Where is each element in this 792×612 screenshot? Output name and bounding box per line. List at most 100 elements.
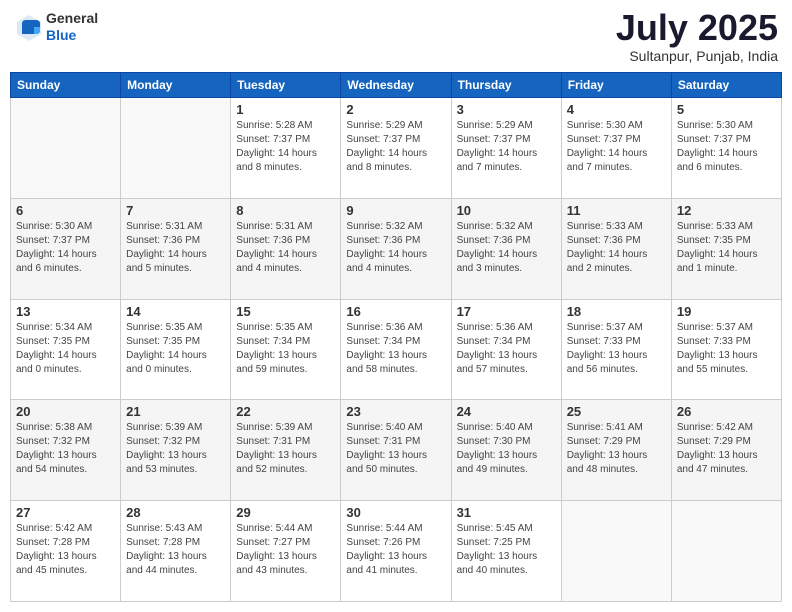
calendar-cell: 15 Sunrise: 5:35 AM Sunset: 7:34 PM Dayli… xyxy=(231,299,341,400)
day-info: Sunrise: 5:38 AM Sunset: 7:32 PM Dayligh… xyxy=(16,421,115,477)
day-header-wednesday: Wednesday xyxy=(341,73,451,98)
day-number: 6 xyxy=(16,203,115,218)
calendar-week-3: 20 Sunrise: 5:38 AM Sunset: 7:32 PM Dayli… xyxy=(11,400,782,501)
day-info: Sunrise: 5:43 AM Sunset: 7:28 PM Dayligh… xyxy=(126,522,225,578)
calendar-cell: 29Sunrise: 5:44 AM Sunset: 7:27 PM Dayli… xyxy=(231,501,341,602)
day-number: 16 xyxy=(346,304,445,319)
day-number: 4 xyxy=(567,102,666,117)
calendar-cell: 27Sunrise: 5:42 AM Sunset: 7:28 PM Dayli… xyxy=(11,501,121,602)
calendar-cell: 26 Sunrise: 5:42 AM Sunset: 7:29 PM Dayli… xyxy=(671,400,781,501)
month-title: July 2025 xyxy=(616,10,778,46)
day-info: Sunrise: 5:40 AM Sunset: 7:31 PM Dayligh… xyxy=(346,421,445,477)
day-number: 21 xyxy=(126,404,225,419)
day-info: Sunrise: 5:30 AM Sunset: 7:37 PM Dayligh… xyxy=(567,119,666,175)
day-number: 15 xyxy=(236,304,335,319)
day-number: 26 xyxy=(677,404,776,419)
day-info: Sunrise: 5:45 AM Sunset: 7:25 PM Dayligh… xyxy=(457,522,556,578)
day-number: 22 xyxy=(236,404,335,419)
calendar-cell: 7 Sunrise: 5:31 AM Sunset: 7:36 PM Daylig… xyxy=(121,198,231,299)
logo-general-text: General xyxy=(46,10,98,27)
day-info: Sunrise: 5:39 AM Sunset: 7:32 PM Dayligh… xyxy=(126,421,225,477)
day-info: Sunrise: 5:37 AM Sunset: 7:33 PM Dayligh… xyxy=(677,321,776,377)
logo-blue-text: Blue xyxy=(46,27,98,44)
calendar-cell: 6 Sunrise: 5:30 AM Sunset: 7:37 PM Daylig… xyxy=(11,198,121,299)
calendar-cell: 5 Sunrise: 5:30 AM Sunset: 7:37 PM Daylig… xyxy=(671,98,781,199)
calendar-cell: 8 Sunrise: 5:31 AM Sunset: 7:36 PM Daylig… xyxy=(231,198,341,299)
day-number: 1 xyxy=(236,102,335,117)
day-info: Sunrise: 5:30 AM Sunset: 7:37 PM Dayligh… xyxy=(16,220,115,276)
day-info: Sunrise: 5:33 AM Sunset: 7:35 PM Dayligh… xyxy=(677,220,776,276)
day-number: 31 xyxy=(457,505,556,520)
calendar-cell: 1 Sunrise: 5:28 AM Sunset: 7:37 PM Daylig… xyxy=(231,98,341,199)
calendar-cell: 12 Sunrise: 5:33 AM Sunset: 7:35 PM Dayli… xyxy=(671,198,781,299)
calendar-cell: 18 Sunrise: 5:37 AM Sunset: 7:33 PM Dayli… xyxy=(561,299,671,400)
day-info: Sunrise: 5:40 AM Sunset: 7:30 PM Dayligh… xyxy=(457,421,556,477)
calendar-cell: 23 Sunrise: 5:40 AM Sunset: 7:31 PM Dayli… xyxy=(341,400,451,501)
calendar-cell: 10Sunrise: 5:32 AM Sunset: 7:36 PM Dayli… xyxy=(451,198,561,299)
day-number: 13 xyxy=(16,304,115,319)
day-number: 11 xyxy=(567,203,666,218)
day-header-tuesday: Tuesday xyxy=(231,73,341,98)
day-number: 28 xyxy=(126,505,225,520)
calendar-cell: 25 Sunrise: 5:41 AM Sunset: 7:29 PM Dayli… xyxy=(561,400,671,501)
calendar-week-4: 27Sunrise: 5:42 AM Sunset: 7:28 PM Dayli… xyxy=(11,501,782,602)
calendar-cell: 24 Sunrise: 5:40 AM Sunset: 7:30 PM Dayli… xyxy=(451,400,561,501)
day-number: 14 xyxy=(126,304,225,319)
day-info: Sunrise: 5:42 AM Sunset: 7:29 PM Dayligh… xyxy=(677,421,776,477)
day-info: Sunrise: 5:28 AM Sunset: 7:37 PM Dayligh… xyxy=(236,119,335,175)
day-info: Sunrise: 5:41 AM Sunset: 7:29 PM Dayligh… xyxy=(567,421,666,477)
day-number: 5 xyxy=(677,102,776,117)
calendar-cell: 31 Sunrise: 5:45 AM Sunset: 7:25 PM Dayli… xyxy=(451,501,561,602)
day-number: 7 xyxy=(126,203,225,218)
day-number: 20 xyxy=(16,404,115,419)
calendar-cell: 9 Sunrise: 5:32 AM Sunset: 7:36 PM Daylig… xyxy=(341,198,451,299)
calendar-cell: 11Sunrise: 5:33 AM Sunset: 7:36 PM Dayli… xyxy=(561,198,671,299)
day-info: Sunrise: 5:35 AM Sunset: 7:34 PM Dayligh… xyxy=(236,321,335,377)
day-number: 19 xyxy=(677,304,776,319)
day-number: 24 xyxy=(457,404,556,419)
day-number: 18 xyxy=(567,304,666,319)
calendar-table: SundayMondayTuesdayWednesdayThursdayFrid… xyxy=(10,72,782,602)
day-header-monday: Monday xyxy=(121,73,231,98)
main-container: General Blue July 2025 Sultanpur, Punjab… xyxy=(0,0,792,612)
day-info: Sunrise: 5:29 AM Sunset: 7:37 PM Dayligh… xyxy=(457,119,556,175)
calendar-cell xyxy=(11,98,121,199)
title-section: July 2025 Sultanpur, Punjab, India xyxy=(616,10,778,64)
calendar-week-2: 13 Sunrise: 5:34 AM Sunset: 7:35 PM Dayli… xyxy=(11,299,782,400)
calendar-cell xyxy=(561,501,671,602)
calendar-cell: 14 Sunrise: 5:35 AM Sunset: 7:35 PM Dayli… xyxy=(121,299,231,400)
calendar-cell: 30Sunrise: 5:44 AM Sunset: 7:26 PM Dayli… xyxy=(341,501,451,602)
day-number: 30 xyxy=(346,505,445,520)
day-info: Sunrise: 5:34 AM Sunset: 7:35 PM Dayligh… xyxy=(16,321,115,377)
calendar-week-0: 1 Sunrise: 5:28 AM Sunset: 7:37 PM Daylig… xyxy=(11,98,782,199)
day-info: Sunrise: 5:29 AM Sunset: 7:37 PM Dayligh… xyxy=(346,119,445,175)
day-header-friday: Friday xyxy=(561,73,671,98)
calendar-header-row: SundayMondayTuesdayWednesdayThursdayFrid… xyxy=(11,73,782,98)
day-info: Sunrise: 5:30 AM Sunset: 7:37 PM Dayligh… xyxy=(677,119,776,175)
day-info: Sunrise: 5:31 AM Sunset: 7:36 PM Dayligh… xyxy=(236,220,335,276)
day-number: 25 xyxy=(567,404,666,419)
day-header-saturday: Saturday xyxy=(671,73,781,98)
day-number: 12 xyxy=(677,203,776,218)
day-number: 9 xyxy=(346,203,445,218)
calendar-cell: 13 Sunrise: 5:34 AM Sunset: 7:35 PM Dayli… xyxy=(11,299,121,400)
calendar-week-1: 6 Sunrise: 5:30 AM Sunset: 7:37 PM Daylig… xyxy=(11,198,782,299)
day-number: 23 xyxy=(346,404,445,419)
day-info: Sunrise: 5:35 AM Sunset: 7:35 PM Dayligh… xyxy=(126,321,225,377)
calendar-cell xyxy=(671,501,781,602)
day-number: 17 xyxy=(457,304,556,319)
day-info: Sunrise: 5:32 AM Sunset: 7:36 PM Dayligh… xyxy=(457,220,556,276)
day-info: Sunrise: 5:31 AM Sunset: 7:36 PM Dayligh… xyxy=(126,220,225,276)
location: Sultanpur, Punjab, India xyxy=(616,48,778,64)
day-info: Sunrise: 5:37 AM Sunset: 7:33 PM Dayligh… xyxy=(567,321,666,377)
logo: General Blue xyxy=(14,10,98,44)
day-info: Sunrise: 5:39 AM Sunset: 7:31 PM Dayligh… xyxy=(236,421,335,477)
calendar-cell: 4 Sunrise: 5:30 AM Sunset: 7:37 PM Daylig… xyxy=(561,98,671,199)
calendar-cell: 2Sunrise: 5:29 AM Sunset: 7:37 PM Daylig… xyxy=(341,98,451,199)
header: General Blue July 2025 Sultanpur, Punjab… xyxy=(10,10,782,64)
logo-icon xyxy=(14,12,44,42)
day-info: Sunrise: 5:32 AM Sunset: 7:36 PM Dayligh… xyxy=(346,220,445,276)
day-number: 8 xyxy=(236,203,335,218)
calendar-cell: 22 Sunrise: 5:39 AM Sunset: 7:31 PM Dayli… xyxy=(231,400,341,501)
day-number: 29 xyxy=(236,505,335,520)
